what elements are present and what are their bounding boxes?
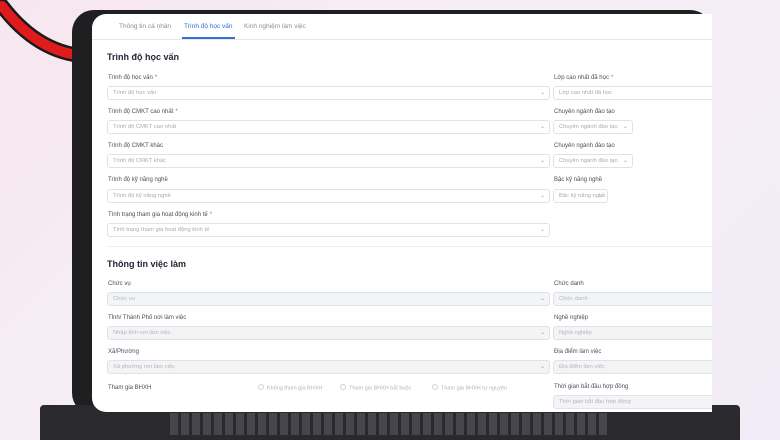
chevron-down-icon: ⌄ — [539, 90, 545, 96]
chevron-down-icon: ⌄ — [622, 124, 628, 130]
economic-status-select[interactable]: Tình trạng tham gia hoạt động kinh tế ⌄ — [107, 223, 550, 237]
ward-select[interactable]: Xã phường nơi làm việc ⌄ — [107, 360, 550, 374]
education-section-title: Trình độ học vấn — [107, 52, 180, 62]
skill-grade-label: Bậc kỹ năng nghề — [554, 177, 603, 183]
chevron-down-icon: ⌄ — [539, 330, 545, 336]
chevron-down-icon: ⌄ — [539, 364, 545, 370]
bhxh-option-mandatory[interactable]: Tham gia BHXH bắt buộc — [340, 384, 411, 391]
province-label: Tỉnh/ Thành Phố nơi làm việc — [108, 315, 187, 321]
economic-status-label: Tình trạng tham gia hoạt động kinh tế * — [108, 212, 213, 218]
contract-start-input[interactable]: Thời gian bắt đầu hợp đồng — [553, 395, 712, 409]
province-select[interactable]: Nhập tỉnh nơi làm việc ⌄ — [107, 326, 550, 340]
job-title-label: Chức danh — [554, 281, 584, 287]
skill-level-select[interactable]: Trình độ kỹ năng nghề ⌄ — [107, 189, 550, 203]
education-level-select[interactable]: Trình độ học vấn ⌄ — [107, 86, 550, 100]
app-screen: Thông tin cá nhân Trình độ học vấn Kinh … — [92, 14, 712, 412]
skill-level-label: Trình độ kỹ năng nghề — [108, 177, 168, 183]
major-1-select[interactable]: Chuyên ngành đào tạo ⌄ — [553, 120, 633, 134]
tab-work-experience[interactable]: Kinh nghiệm làm việc — [244, 23, 306, 30]
tab-bar: Thông tin cá nhân Trình độ học vấn Kinh … — [92, 14, 712, 40]
bhxh-option-none[interactable]: Không tham gia BHXH — [258, 384, 322, 391]
workplace-input[interactable]: Địa điểm làm việc — [553, 360, 712, 374]
chevron-down-icon: ⌄ — [539, 296, 545, 302]
job-title-input[interactable]: Chức danh — [553, 292, 712, 306]
occupation-input[interactable]: Nghề nghiệp — [553, 326, 712, 340]
major-2-label: Chuyên ngành đào tạo — [554, 143, 615, 149]
chevron-down-icon: ⌄ — [539, 124, 545, 130]
position-select[interactable]: Chức vụ ⌄ — [107, 292, 550, 306]
skill-grade-select[interactable]: Bậc kỹ năng nghề ⌄ — [553, 189, 608, 203]
major-2-select[interactable]: Chuyên ngành đào tạo ⌄ — [553, 154, 633, 168]
workplace-label: Địa điểm làm việc — [554, 349, 602, 355]
radio-icon — [432, 384, 438, 390]
highest-grade-input[interactable]: Lớp cao nhất đã học — [553, 86, 712, 100]
bhxh-label: Tham gia BHXH — [108, 385, 152, 391]
radio-icon — [340, 384, 346, 390]
ward-label: Xã/Phường — [108, 349, 139, 355]
occupation-label: Nghề nghiệp — [554, 315, 589, 321]
chevron-down-icon: ⌄ — [597, 193, 603, 199]
chevron-down-icon: ⌄ — [539, 158, 545, 164]
cmkt-other-label: Trình độ CMKT khác — [108, 143, 164, 149]
cmkt-other-select[interactable]: Trình độ CMKT khác ⌄ — [107, 154, 550, 168]
chevron-down-icon: ⌄ — [622, 158, 628, 164]
bhxh-option-voluntary[interactable]: Tham gia BHXH tự nguyện — [432, 384, 507, 391]
job-section-title: Thông tin việc làm — [107, 259, 187, 269]
tab-personal-info[interactable]: Thông tin cá nhân — [119, 23, 171, 30]
cmkt-highest-label: Trình độ CMKT cao nhất * — [108, 109, 178, 115]
section-divider — [107, 246, 712, 247]
radio-icon — [258, 384, 264, 390]
chevron-down-icon: ⌄ — [539, 227, 545, 233]
education-level-label: Trình độ học vấn * — [108, 75, 158, 81]
tab-education[interactable]: Trình độ học vấn — [182, 23, 235, 39]
major-1-label: Chuyên ngành đào tạo — [554, 109, 615, 115]
chevron-down-icon: ⌄ — [539, 193, 545, 199]
cmkt-highest-select[interactable]: Trình độ CMKT cao nhất ⌄ — [107, 120, 550, 134]
highest-grade-label: Lớp cao nhất đã học * — [554, 75, 614, 81]
position-label: Chức vụ — [108, 281, 131, 287]
contract-start-label: Thời gian bắt đầu hợp đồng — [554, 384, 629, 390]
